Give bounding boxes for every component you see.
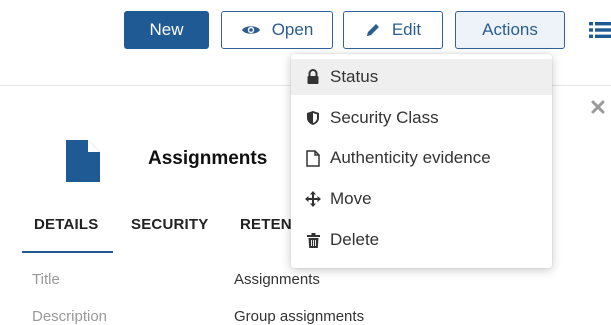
- shield-icon: [304, 109, 322, 127]
- actions-button[interactable]: Actions: [455, 11, 565, 49]
- file-icon: [304, 149, 322, 167]
- open-button[interactable]: Open: [221, 11, 333, 49]
- description-field-label: Description: [32, 308, 108, 325]
- menu-item-label: Security Class: [330, 108, 439, 127]
- edit-button-label: Edit: [391, 20, 422, 39]
- lock-icon: [304, 68, 322, 86]
- close-icon[interactable]: [590, 99, 606, 115]
- tab-security[interactable]: SECURITY: [131, 216, 208, 233]
- description-field-value: Group assignments: [234, 308, 365, 325]
- menu-item-security-class[interactable]: Security Class: [291, 100, 552, 136]
- open-button-label: Open: [271, 20, 314, 39]
- move-arrows-icon: [304, 190, 322, 208]
- document-icon: [66, 140, 100, 182]
- new-button-label: New: [149, 20, 184, 39]
- eye-icon: [241, 23, 261, 37]
- new-button[interactable]: New: [124, 11, 209, 49]
- pencil-icon: [365, 22, 381, 38]
- menu-item-label: Authenticity evidence: [330, 148, 491, 167]
- title-field-label: Title: [32, 271, 60, 288]
- edit-button[interactable]: Edit: [343, 11, 443, 49]
- trash-icon: [304, 231, 322, 249]
- list-view-icon[interactable]: [589, 22, 611, 38]
- menu-item-label: Move: [330, 189, 372, 208]
- tab-details[interactable]: DETAILS: [34, 216, 98, 233]
- menu-item-move[interactable]: Move: [291, 181, 552, 217]
- record-title: Assignments: [148, 148, 268, 169]
- actions-dropdown-menu: Status Security Class Authenticity evide…: [291, 54, 552, 268]
- tab-retention[interactable]: RETEN: [240, 216, 292, 233]
- active-tab-indicator: [22, 251, 113, 253]
- menu-item-delete[interactable]: Delete: [291, 222, 552, 258]
- actions-button-label: Actions: [482, 20, 538, 39]
- title-field-value: Assignments: [234, 271, 320, 288]
- menu-item-authenticity-evidence[interactable]: Authenticity evidence: [291, 140, 552, 176]
- menu-item-label: Delete: [330, 230, 380, 249]
- menu-item-label: Status: [330, 67, 379, 86]
- menu-item-status[interactable]: Status: [291, 59, 552, 95]
